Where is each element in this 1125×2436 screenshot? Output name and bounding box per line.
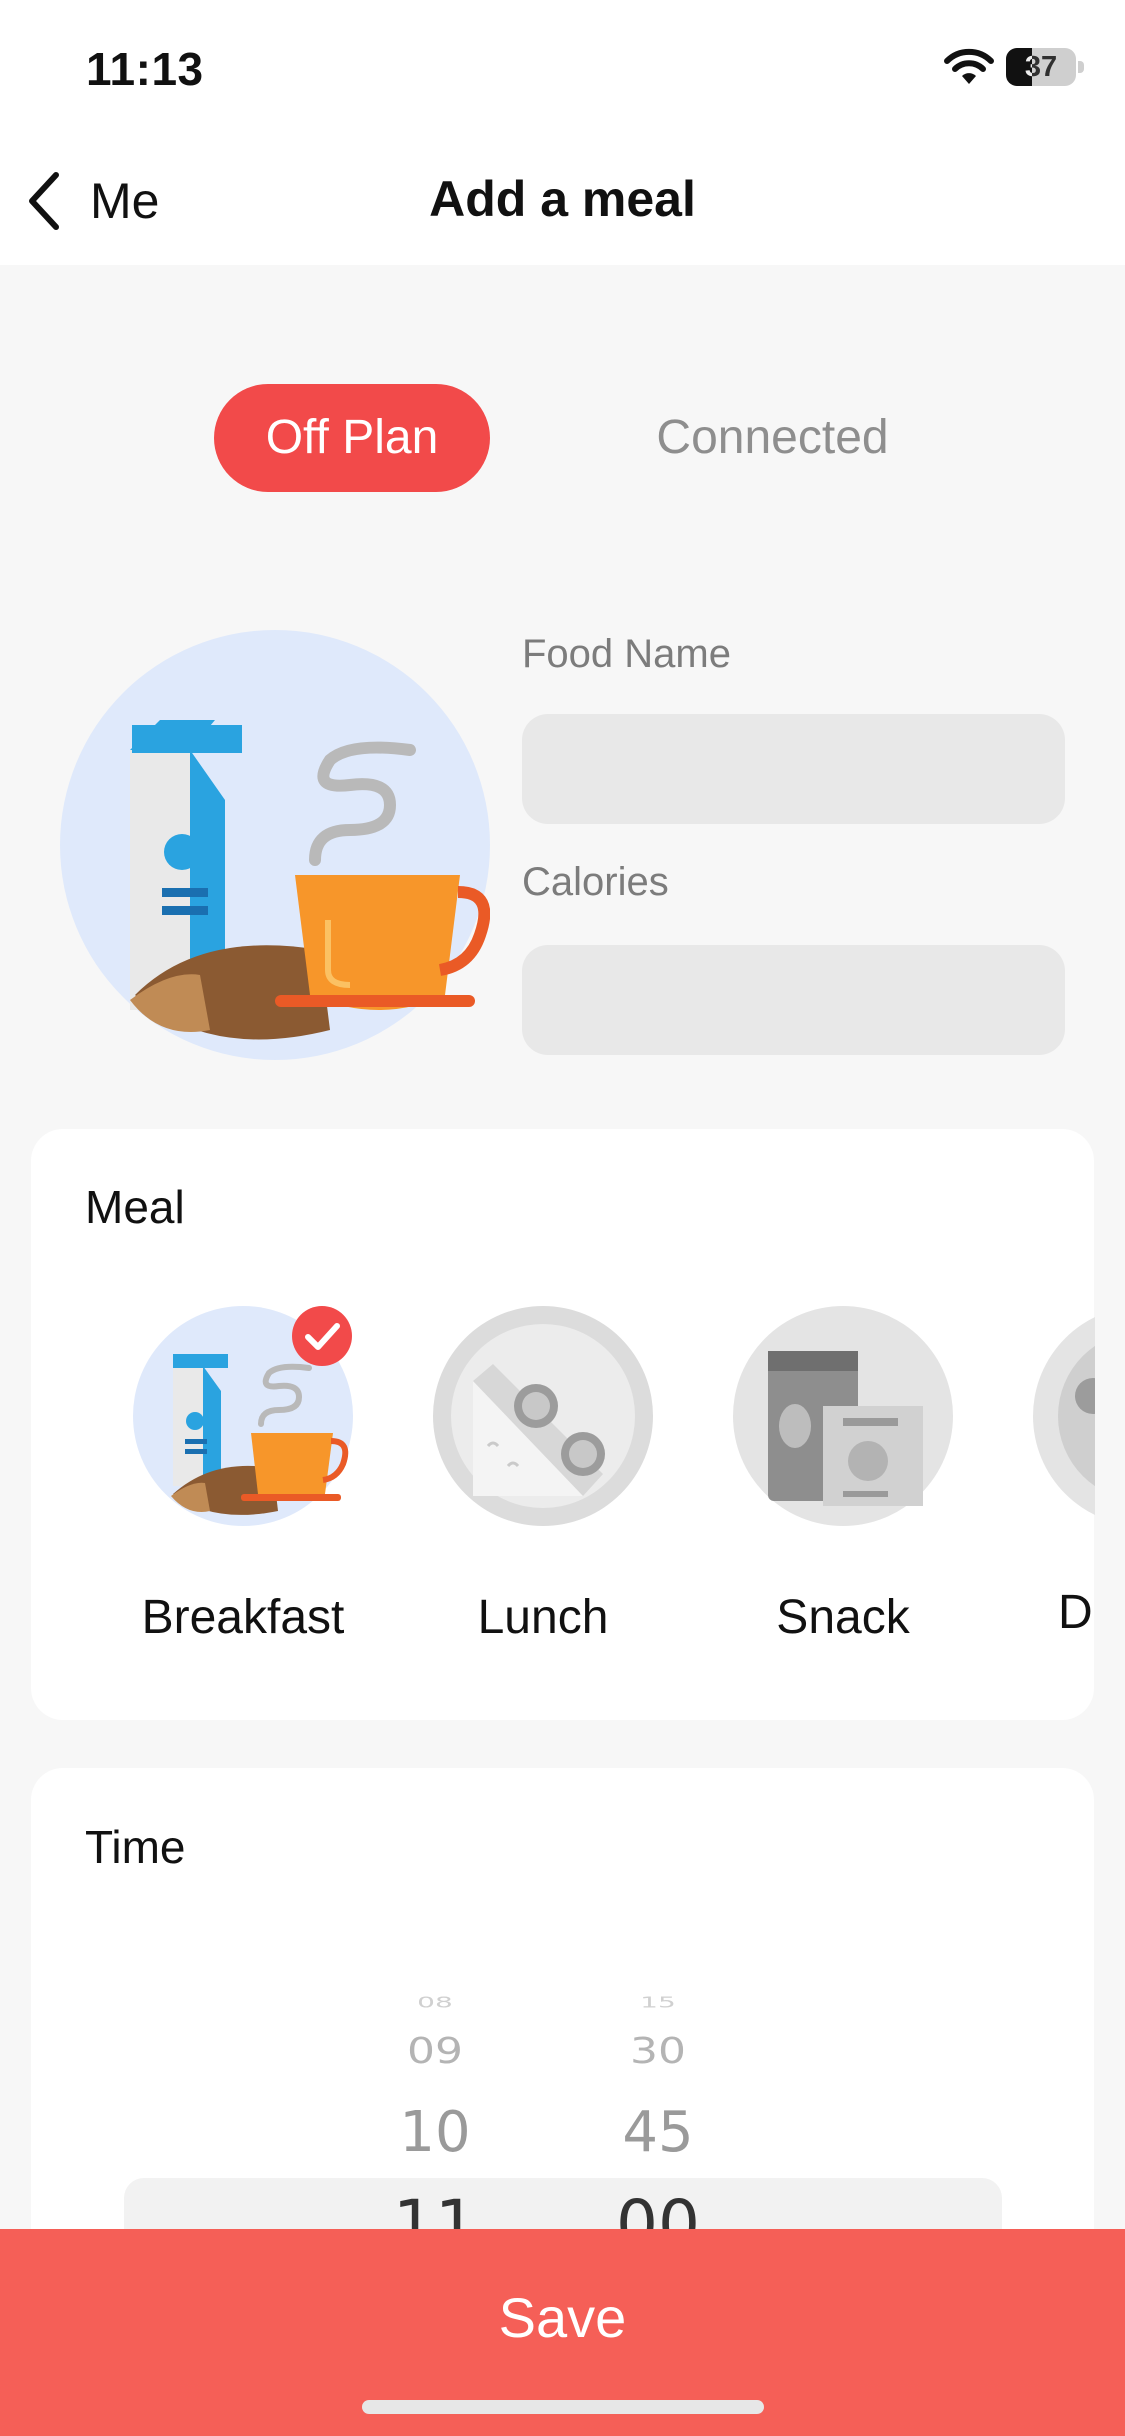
meal-label-snack: Snack: [776, 1591, 910, 1644]
tab-connected[interactable]: Connected: [600, 384, 945, 492]
meal-section-title: Meal: [85, 1181, 185, 1233]
picker-value: 10: [399, 2100, 471, 2165]
picker-value: 45: [622, 2100, 694, 2165]
battery-icon: 37: [1006, 48, 1084, 86]
page-title: Add a meal: [429, 171, 696, 227]
nav-bar: Me Add a meal: [0, 140, 1125, 265]
picker-value: 09: [407, 2031, 463, 2072]
picker-value: 08: [417, 1993, 453, 2012]
dinner-icon: [1033, 1317, 1095, 1515]
breakfast-illustration: [60, 630, 490, 1060]
food-name-input[interactable]: [522, 714, 1065, 824]
calories-input[interactable]: [522, 945, 1065, 1055]
status-bar: 11:13 37: [0, 0, 1125, 140]
meal-option-dinner[interactable]: [1033, 1306, 1095, 1526]
time-section-title: Time: [85, 1821, 186, 1873]
tab-off-plan[interactable]: Off Plan: [214, 384, 490, 492]
picker-value: 30: [630, 2031, 686, 2072]
wifi-icon: [944, 48, 994, 84]
meal-label-breakfast: Breakfast: [141, 1591, 345, 1644]
save-label: Save: [498, 2286, 627, 2349]
meal-option-lunch[interactable]: [433, 1306, 653, 1526]
food-name-label: Food Name: [522, 632, 731, 676]
meal-option-snack[interactable]: [733, 1306, 953, 1526]
meal-label-lunch: Lunch: [477, 1591, 609, 1644]
picker-value: 15: [640, 1993, 676, 2012]
calories-label: Calories: [522, 860, 669, 904]
status-time: 11:13: [86, 43, 204, 95]
meal-label-dinner: D: [1058, 1586, 1093, 1639]
home-indicator: [362, 2400, 764, 2414]
selected-check-icon: [292, 1306, 352, 1366]
battery-level: 37: [1024, 51, 1058, 83]
